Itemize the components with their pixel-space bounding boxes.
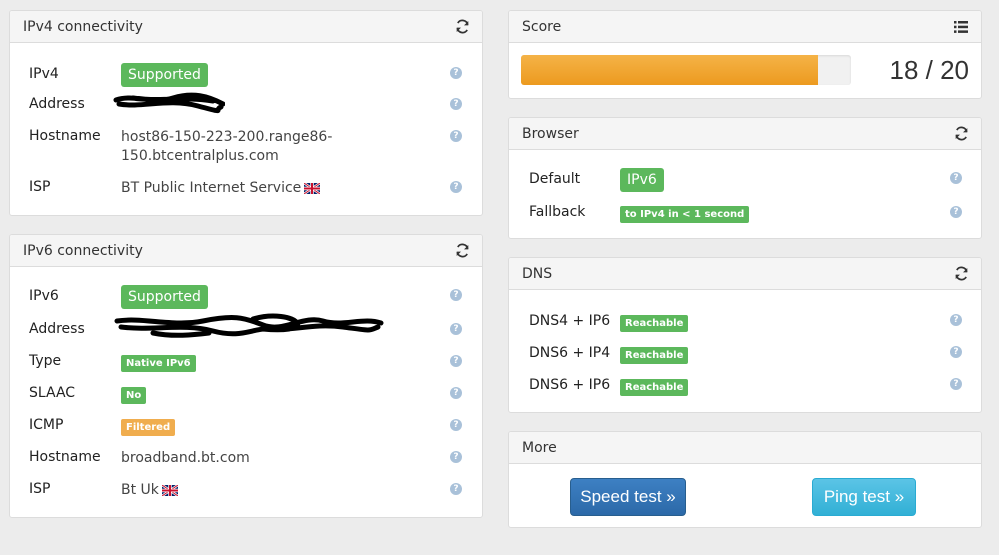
ipv6-panel: IPv6 connectivity IPv6 Supported ? Addre… [9, 234, 483, 518]
ipv6-label: IPv6 [29, 288, 59, 304]
ipv6-icmp-label: ICMP [29, 417, 64, 433]
ipv6-status-badge: Supported [121, 285, 208, 309]
dns-panel-title: DNS [522, 265, 553, 282]
help-icon[interactable]: ? [950, 206, 962, 218]
help-icon[interactable]: ? [450, 419, 462, 431]
dns-panel-heading: DNS [509, 258, 981, 290]
browser-panel-heading: Browser [509, 118, 981, 150]
browser-panel: Browser Default IPv6 ? Fallback to IPv4 … [508, 117, 982, 239]
dns6-ip6-label: DNS6 + IP6 [529, 377, 611, 393]
help-icon[interactable]: ? [450, 98, 462, 110]
ipv6-type-badge: Native IPv6 [121, 355, 196, 372]
help-icon[interactable]: ? [450, 355, 462, 367]
ipv4-status-badge: Supported [121, 63, 208, 87]
more-panel-heading: More [509, 432, 981, 464]
ipv6-isp-label: ISP [29, 481, 51, 497]
help-icon[interactable]: ? [450, 387, 462, 399]
ipv4-hostname-value-line2: 150.btcentralplus.com [121, 148, 279, 164]
score-panel: Score 18 / 20 [508, 10, 982, 99]
help-icon[interactable]: ? [450, 451, 462, 463]
help-icon[interactable]: ? [450, 181, 462, 193]
ipv6-slaac-badge: No [121, 387, 147, 404]
help-icon[interactable]: ? [450, 289, 462, 301]
score-panel-title: Score [522, 18, 562, 35]
list-icon[interactable] [953, 19, 969, 35]
ipv6-icmp-badge: Filtered [121, 419, 176, 436]
refresh-icon[interactable] [454, 243, 470, 259]
score-progress-fill [521, 55, 818, 85]
browser-fallback-label: Fallback [529, 204, 586, 220]
refresh-icon[interactable] [454, 19, 470, 35]
score-value: 18 / 20 [889, 55, 969, 85]
more-panel-title: More [522, 439, 557, 456]
ipv4-isp-value: BT Public Internet Service [121, 180, 302, 196]
browser-fallback-badge: to IPv4 in < 1 second [620, 206, 750, 223]
ping-test-button[interactable]: Ping test » [812, 478, 916, 516]
uk-flag-icon [162, 483, 178, 502]
help-icon[interactable]: ? [950, 378, 962, 390]
browser-default-badge: IPv6 [620, 168, 664, 192]
redacted-address [114, 313, 384, 338]
dns4-ip6-badge: Reachable [620, 315, 689, 332]
ipv6-slaac-label: SLAAC [29, 385, 76, 401]
ipv6-address-label: Address [29, 321, 85, 337]
ipv4-isp-label: ISP [29, 179, 51, 195]
ipv4-panel: IPv4 connectivity IPv4 Supported ? Addre… [9, 10, 483, 216]
help-icon[interactable]: ? [450, 323, 462, 335]
refresh-icon[interactable] [953, 266, 969, 282]
ipv4-panel-title: IPv4 connectivity [23, 18, 143, 35]
ipv4-panel-heading: IPv4 connectivity [10, 11, 482, 43]
uk-flag-icon [304, 181, 320, 200]
ipv6-type-label: Type [29, 353, 62, 369]
more-panel: More Speed test » Ping test » [508, 431, 982, 528]
ipv6-hostname-value: broadband.bt.com [121, 450, 250, 466]
help-icon[interactable]: ? [950, 346, 962, 358]
ipv4-hostname-label: Hostname [29, 128, 101, 144]
ipv4-label: IPv4 [29, 66, 59, 82]
speed-test-button[interactable]: Speed test » [570, 478, 686, 516]
browser-default-label: Default [529, 171, 581, 187]
ipv4-hostname-value-line1: host86-150-223-200.range86- [121, 129, 333, 145]
help-icon[interactable]: ? [450, 67, 462, 79]
dns6-ip4-label: DNS6 + IP4 [529, 345, 611, 361]
refresh-icon[interactable] [953, 126, 969, 142]
browser-panel-title: Browser [522, 125, 579, 142]
help-icon[interactable]: ? [450, 130, 462, 142]
score-progress-bar [521, 55, 851, 85]
score-panel-heading: Score [509, 11, 981, 43]
ipv6-hostname-label: Hostname [29, 449, 101, 465]
ipv6-isp-value: Bt Uk [121, 482, 159, 498]
dns6-ip6-badge: Reachable [620, 379, 689, 396]
dns6-ip4-badge: Reachable [620, 347, 689, 364]
dns4-ip6-label: DNS4 + IP6 [529, 313, 611, 329]
ipv6-panel-heading: IPv6 connectivity [10, 235, 482, 267]
help-icon[interactable]: ? [950, 314, 962, 326]
ipv6-panel-title: IPv6 connectivity [23, 242, 143, 259]
help-icon[interactable]: ? [450, 483, 462, 495]
ipv4-address-label: Address [29, 96, 85, 112]
dns-panel: DNS DNS4 + IP6 Reachable ? DNS6 + IP4 Re… [508, 257, 982, 413]
redacted-address [113, 92, 225, 114]
help-icon[interactable]: ? [950, 172, 962, 184]
